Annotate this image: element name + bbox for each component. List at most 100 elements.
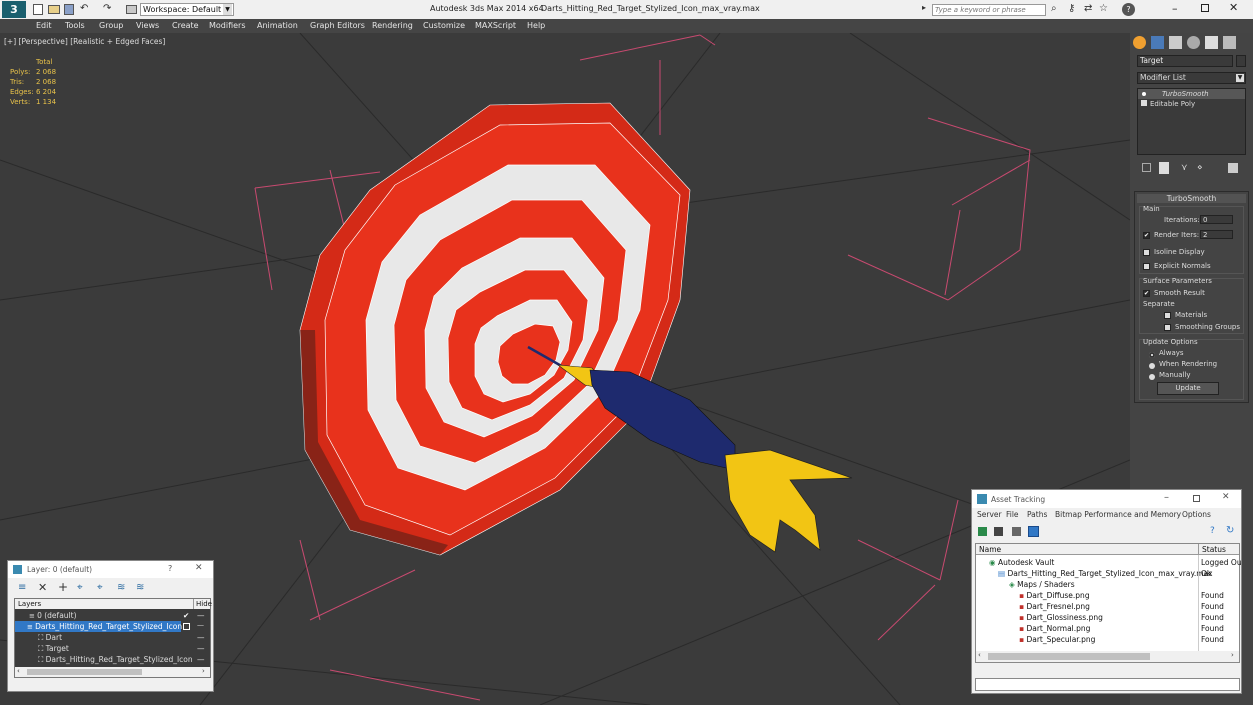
asset-row[interactable]: ◈ Maps / Shaders — [976, 579, 1239, 590]
asset-window-titlebar[interactable]: Asset Tracking – ✕ — [972, 490, 1241, 508]
new-file-icon[interactable] — [33, 4, 43, 15]
rollout-title[interactable]: TurboSmooth — [1137, 194, 1246, 203]
search-input[interactable]: Type a keyword or phrase — [932, 4, 1046, 16]
menu-modifiers[interactable]: Modifiers — [209, 21, 246, 30]
layer-help-button[interactable]: ? — [168, 564, 172, 573]
hide-toggle[interactable]: — — [197, 621, 204, 629]
layer-row[interactable]: ≡ 0 (default) ✔ — — [15, 610, 210, 621]
make-unique-icon[interactable]: ⋎ — [1181, 163, 1188, 173]
object-color-swatch[interactable] — [1236, 55, 1246, 67]
table-view-icon[interactable] — [1028, 526, 1039, 537]
asset-maximize-icon[interactable] — [1193, 495, 1200, 502]
asset-row[interactable]: ▪ Dart_Diffuse.png Found — [976, 590, 1239, 601]
stack-item-editable-poly[interactable]: Editable Poly — [1138, 99, 1245, 109]
asset-menu-file[interactable]: File — [1006, 510, 1019, 519]
object-name-field[interactable]: Target — [1137, 55, 1233, 67]
hide-toggle[interactable]: — — [197, 654, 205, 665]
workspace-dropdown[interactable]: Workspace: Default ▼ — [140, 3, 234, 16]
menu-views[interactable]: Views — [136, 21, 159, 30]
search-arrow-icon[interactable]: ▸ — [922, 3, 931, 15]
asset-menu-paths[interactable]: Paths — [1027, 510, 1047, 519]
list-view-icon[interactable] — [994, 527, 1003, 536]
save-file-icon[interactable] — [64, 4, 74, 15]
render-iters-checkbox[interactable] — [1143, 231, 1150, 240]
open-file-icon[interactable] — [48, 5, 60, 14]
scrollbar-thumb[interactable] — [27, 669, 142, 675]
create-layer-icon[interactable]: ≡ — [18, 582, 26, 593]
hide-toggle[interactable]: — — [197, 632, 205, 643]
explicit-normals-checkbox[interactable] — [1143, 262, 1150, 271]
asset-close-icon[interactable]: ✕ — [1222, 492, 1230, 502]
smooth-result-checkbox[interactable] — [1143, 289, 1150, 298]
configure-sets-icon[interactable] — [1228, 163, 1238, 173]
help-icon[interactable]: ? — [1210, 526, 1215, 536]
hierarchy-tab-icon[interactable] — [1169, 36, 1182, 49]
menu-help[interactable]: Help — [527, 21, 545, 30]
when-rendering-radio[interactable] — [1149, 361, 1155, 370]
show-end-result-icon[interactable] — [1159, 162, 1169, 174]
layer-close-icon[interactable]: ✕ — [195, 563, 203, 573]
scroll-right-icon[interactable]: › — [1231, 651, 1234, 659]
menu-maxscript[interactable]: MAXScript — [475, 21, 516, 30]
scroll-left-icon[interactable]: ‹ — [978, 651, 981, 659]
motion-tab-icon[interactable] — [1187, 36, 1200, 49]
asset-row[interactable]: ▤ Darts_Hitting_Red_Target_Stylized_Icon… — [976, 568, 1239, 579]
asset-menu-server[interactable]: Server — [977, 510, 1002, 519]
scroll-right-icon[interactable]: › — [202, 667, 205, 675]
viewport-label[interactable]: [+] [Perspective] [Realistic + Edged Fac… — [4, 37, 165, 46]
isoline-checkbox[interactable] — [1143, 248, 1150, 257]
materials-checkbox[interactable] — [1164, 311, 1171, 320]
tree-view-icon[interactable] — [1012, 527, 1021, 536]
project-folder-icon[interactable] — [126, 5, 137, 14]
asset-row[interactable]: ◉ Autodesk Vault Logged Ou — [976, 557, 1242, 568]
delete-layer-icon[interactable]: ✕ — [38, 581, 47, 594]
layer-row[interactable]: ⛶ Target — — [15, 643, 210, 654]
layers-column-header[interactable]: Layers — [18, 599, 41, 609]
utilities-tab-icon[interactable] — [1223, 36, 1236, 49]
exchange-icon[interactable]: ⇄ — [1084, 3, 1092, 14]
minimize-icon[interactable]: – — [1172, 2, 1178, 15]
manually-radio[interactable] — [1149, 372, 1155, 381]
asset-menu-options[interactable]: Options — [1182, 510, 1211, 519]
key-icon[interactable]: ⚷ — [1068, 3, 1075, 14]
menu-animation[interactable]: Animation — [257, 21, 298, 30]
remove-modifier-icon[interactable]: ⋄ — [1197, 163, 1203, 173]
menu-tools[interactable]: Tools — [65, 21, 85, 30]
layer-row[interactable]: ⛶ Dart — — [15, 632, 210, 643]
modifier-list-dropdown[interactable]: Modifier List ▼ — [1137, 72, 1246, 84]
always-radio[interactable] — [1149, 350, 1155, 359]
add-to-layer-icon[interactable]: + — [58, 580, 68, 594]
menu-create[interactable]: Create — [172, 21, 199, 30]
asset-row[interactable]: ▪ Dart_Fresnel.png Found — [976, 601, 1239, 612]
expand-icon[interactable] — [1141, 100, 1147, 106]
redo-icon[interactable]: ↷ — [103, 3, 111, 14]
layer-row[interactable]: ⛶ Darts_Hitting_Red_Target_Stylized_Icon… — [15, 654, 210, 665]
scrollbar-thumb[interactable] — [988, 653, 1150, 660]
star-icon[interactable]: ☆ — [1099, 3, 1108, 14]
smoothing-groups-checkbox[interactable] — [1164, 323, 1171, 332]
pin-stack-icon[interactable] — [1142, 163, 1151, 172]
update-button[interactable]: Update — [1157, 382, 1219, 395]
current-layer-icon[interactable] — [183, 623, 190, 630]
horizontal-scrollbar[interactable]: ‹ › — [15, 667, 210, 677]
refresh-icon[interactable]: ↻ — [1226, 525, 1234, 536]
create-tab-icon[interactable] — [1133, 36, 1146, 49]
asset-menu-bitmap[interactable]: Bitmap Performance and Memory — [1055, 510, 1181, 519]
modify-tab-icon[interactable] — [1151, 36, 1164, 49]
hide-toggle[interactable]: — — [197, 643, 205, 654]
maximize-icon[interactable] — [1201, 4, 1209, 12]
menu-rendering[interactable]: Rendering — [372, 21, 413, 30]
iterations-spinner[interactable]: 0 — [1200, 215, 1233, 224]
asset-row[interactable]: ▪ Dart_Glossiness.png Found — [976, 612, 1239, 623]
help-icon[interactable]: ? — [1122, 3, 1135, 16]
select-in-layer-icon[interactable]: ⌖ — [77, 582, 83, 593]
stack-item-turbosmooth[interactable]: TurboSmooth — [1138, 89, 1245, 99]
app-logo[interactable]: 3 — [2, 1, 26, 18]
render-iters-spinner[interactable]: 2 — [1200, 230, 1233, 239]
menu-graph-editors[interactable]: Graph Editors — [310, 21, 365, 30]
scroll-left-icon[interactable]: ‹ — [17, 667, 20, 675]
hide-column-header[interactable]: Hide — [193, 599, 212, 609]
close-icon[interactable]: ✕ — [1229, 1, 1238, 14]
name-column-header[interactable]: Name — [979, 544, 1001, 555]
menu-group[interactable]: Group — [99, 21, 123, 30]
